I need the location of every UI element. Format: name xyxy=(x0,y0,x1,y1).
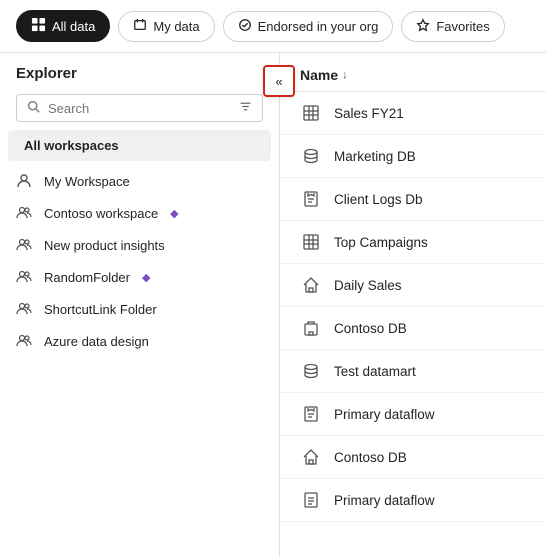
item-label: Primary dataflow xyxy=(334,407,435,422)
data-item-test-datamart[interactable]: Test datamart xyxy=(280,350,546,393)
tab-endorsed-label: Endorsed in your org xyxy=(258,19,379,34)
data-item-contoso-db-2[interactable]: Contoso DB xyxy=(280,436,546,479)
endorsed-icon xyxy=(238,18,252,35)
sidebar-item-label: My Workspace xyxy=(44,174,130,189)
tab-my-data[interactable]: My data xyxy=(118,11,214,42)
sort-icon: ↓ xyxy=(342,69,348,81)
sidebar-item-label: Azure data design xyxy=(44,334,149,349)
report-icon-1 xyxy=(300,190,322,208)
data-item-top-campaigns[interactable]: Top Campaigns xyxy=(280,221,546,264)
all-data-icon xyxy=(31,17,46,35)
search-input[interactable] xyxy=(48,101,231,116)
main-layout: Explorer « All worksp xyxy=(0,53,546,556)
all-workspaces-item[interactable]: All workspaces xyxy=(8,130,271,161)
item-label: Contoso DB xyxy=(334,450,407,465)
item-label: Daily Sales xyxy=(334,278,402,293)
search-container xyxy=(0,90,279,130)
tab-all-data-label: All data xyxy=(52,19,95,34)
sidebar-item-random[interactable]: RandomFolder ◆ xyxy=(0,261,279,293)
tab-endorsed[interactable]: Endorsed in your org xyxy=(223,11,394,42)
name-label: Name xyxy=(300,67,338,83)
data-item-sales-fy21[interactable]: Sales FY21 xyxy=(280,92,546,135)
sidebar-item-label: ShortcutLink Folder xyxy=(44,302,157,317)
item-label: Test datamart xyxy=(334,364,416,379)
content-header: Name ↓ xyxy=(280,53,546,92)
group-icon-random xyxy=(16,269,34,285)
sidebar-item-new-product[interactable]: New product insights xyxy=(0,229,279,261)
workspace-section: All workspaces My Workspace Contoso work… xyxy=(0,130,279,556)
favorites-icon xyxy=(416,18,430,35)
tab-favorites[interactable]: Favorites xyxy=(401,11,504,42)
item-label: Top Campaigns xyxy=(334,235,428,250)
my-data-icon xyxy=(133,18,147,35)
filter-icon[interactable] xyxy=(239,100,252,116)
search-icon xyxy=(27,100,40,116)
search-box xyxy=(16,94,263,122)
data-item-marketing-db[interactable]: Marketing DB xyxy=(280,135,546,178)
tab-my-data-label: My data xyxy=(153,19,199,34)
tab-favorites-label: Favorites xyxy=(436,19,489,34)
sidebar-item-label: Contoso workspace xyxy=(44,206,158,221)
sidebar-title: Explorer xyxy=(16,65,77,82)
db-icon-1 xyxy=(300,147,322,165)
collapse-button[interactable]: « xyxy=(263,65,295,97)
data-item-client-logs[interactable]: Client Logs Db xyxy=(280,178,546,221)
doc-icon-1 xyxy=(300,491,322,509)
sidebar-item-my-workspace[interactable]: My Workspace xyxy=(0,165,279,197)
data-item-daily-sales[interactable]: Daily Sales xyxy=(280,264,546,307)
grid-icon-1 xyxy=(300,104,322,122)
group-icon-contoso xyxy=(16,205,34,221)
data-item-contoso-db[interactable]: Contoso DB xyxy=(280,307,546,350)
house-icon-1 xyxy=(300,276,322,294)
group-icon-shortcut xyxy=(16,301,34,317)
item-label: Sales FY21 xyxy=(334,106,404,121)
name-column-header[interactable]: Name ↓ xyxy=(300,67,348,83)
group-icon-azure xyxy=(16,333,34,349)
data-item-primary-dataflow-2[interactable]: Primary dataflow xyxy=(280,479,546,522)
person-icon xyxy=(16,173,34,189)
item-label: Contoso DB xyxy=(334,321,407,336)
diamond-icon: ◆ xyxy=(170,207,178,220)
diamond-icon-2: ◆ xyxy=(142,271,150,284)
item-label: Marketing DB xyxy=(334,149,416,164)
group-icon-new-product xyxy=(16,237,34,253)
sidebar-item-label: RandomFolder xyxy=(44,270,130,285)
report-icon-2 xyxy=(300,405,322,423)
content-area: Name ↓ Sales FY21 xyxy=(280,53,546,556)
top-nav: All data My data Endorsed in your org Fa… xyxy=(0,0,546,53)
data-item-primary-dataflow[interactable]: Primary dataflow xyxy=(280,393,546,436)
sidebar-header: Explorer « xyxy=(0,53,279,90)
tab-all-data[interactable]: All data xyxy=(16,10,110,42)
sidebar-item-contoso[interactable]: Contoso workspace ◆ xyxy=(0,197,279,229)
sidebar-item-label: New product insights xyxy=(44,238,165,253)
sidebar-item-shortcut[interactable]: ShortcutLink Folder xyxy=(0,293,279,325)
item-label: Primary dataflow xyxy=(334,493,435,508)
sidebar: Explorer « All worksp xyxy=(0,53,280,556)
grid-icon-2 xyxy=(300,233,322,251)
house-icon-2 xyxy=(300,448,322,466)
collapse-icon: « xyxy=(275,74,282,89)
sidebar-item-azure[interactable]: Azure data design xyxy=(0,325,279,357)
building-icon-1 xyxy=(300,319,322,337)
item-label: Client Logs Db xyxy=(334,192,423,207)
db-icon-2 xyxy=(300,362,322,380)
